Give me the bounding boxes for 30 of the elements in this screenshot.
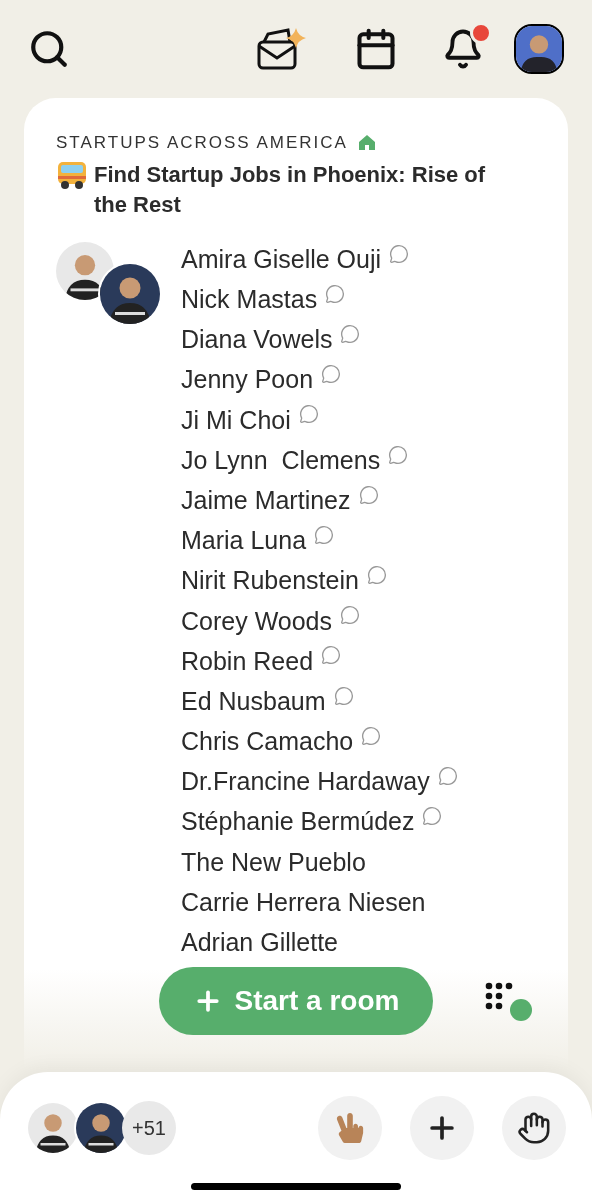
speaker-name[interactable]: Ed Nusbaum (181, 682, 326, 721)
speaker-name[interactable]: Stéphanie Bermúdez (181, 803, 415, 841)
speaker-name[interactable]: The New Pueblo (181, 843, 366, 882)
speaker-name[interactable]: Dr.Francine Hardaway (181, 763, 430, 801)
search-icon[interactable] (28, 28, 70, 70)
club-name: STARTUPS ACROSS AMERICA (56, 132, 348, 154)
dial-icon[interactable] (483, 980, 535, 1022)
speaker-name[interactable]: Corey Woods (181, 602, 332, 641)
speaker-name[interactable]: Robin Reed (181, 642, 314, 681)
bell-icon[interactable] (442, 28, 484, 70)
speaker-name[interactable]: Chris Camacho (181, 723, 354, 761)
calendar-icon[interactable] (354, 27, 398, 71)
speaker-name[interactable]: Adrian Gillette (181, 924, 339, 962)
speaker-name[interactable]: Nick Mastas (181, 281, 318, 319)
hand-icon (517, 1111, 551, 1145)
speaker-name[interactable]: Nirit Rubenstein (181, 562, 359, 600)
room-title: Find Startup Jobs in Phoenix: Rise of the Rest (94, 160, 487, 219)
speaker-name[interactable]: Amira Giselle Ouji (181, 240, 382, 279)
speaker-name[interactable]: Ji Mi Choi (181, 401, 291, 440)
speaker-name[interactable]: Diana Vowels (181, 321, 333, 359)
speaker-name[interactable]: Carrie Herrera Niesen (181, 883, 426, 922)
house-icon (357, 134, 376, 152)
bus-icon (56, 159, 88, 190)
speaker-name[interactable]: Maria Luna (181, 522, 307, 560)
speaker-name[interactable]: Jo Lynn Clemens (181, 441, 381, 480)
more-count[interactable]: +51 (122, 1101, 176, 1155)
peace-hand-icon (335, 1113, 365, 1143)
speaker-name[interactable]: Jaime Martinez (181, 481, 351, 520)
room-card[interactable] (24, 98, 568, 969)
speaker-name[interactable]: Jenny Poon (181, 361, 314, 399)
